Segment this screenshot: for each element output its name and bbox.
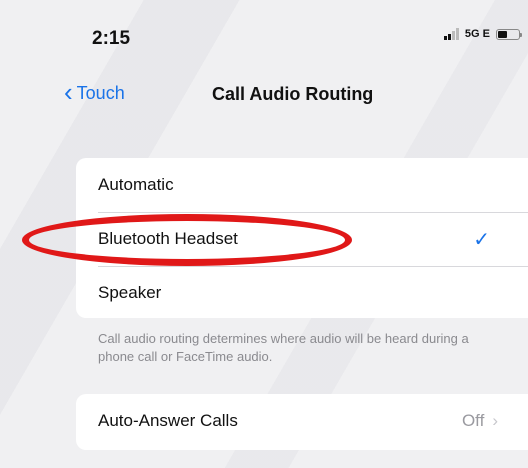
- auto-answer-label: Auto-Answer Calls: [98, 411, 238, 430]
- page-title: Call Audio Routing: [212, 84, 374, 104]
- status-time: 2:15: [92, 28, 131, 49]
- signal-strength-icon: [443, 28, 459, 40]
- option-bluetooth-headset[interactable]: Bluetooth Headset ✓: [76, 212, 528, 266]
- navigation-bar: ‹ Touch Call Audio Routing: [0, 70, 528, 120]
- auto-answer-value: Off: [461, 411, 485, 430]
- option-label: Speaker: [98, 283, 162, 302]
- auto-answer-group: Auto-Answer Calls Off ›: [76, 394, 528, 450]
- option-label: Automatic: [98, 175, 174, 194]
- network-type: 5G E: [464, 28, 490, 40]
- option-automatic[interactable]: Automatic: [76, 158, 528, 212]
- chevron-right-icon: ›: [492, 411, 498, 430]
- routing-footer-note: Call audio routing determines where audi…: [98, 331, 469, 364]
- status-bar: 2:15 5G E: [0, 0, 528, 70]
- option-label: Bluetooth Headset: [98, 229, 238, 248]
- auto-answer-value-wrap: Off ›: [462, 411, 498, 431]
- battery-icon: [496, 28, 522, 40]
- checkmark-icon: ✓: [473, 229, 490, 251]
- routing-options-group: Automatic Bluetooth Headset ✓ Speaker: [76, 158, 528, 318]
- auto-answer-row[interactable]: Auto-Answer Calls Off ›: [76, 394, 528, 448]
- option-speaker[interactable]: Speaker: [76, 266, 528, 320]
- chevron-left-icon: ‹: [64, 77, 73, 107]
- back-button[interactable]: ‹ Touch: [64, 77, 125, 107]
- back-label: Touch: [76, 83, 125, 103]
- status-indicators: 5G E: [443, 28, 522, 40]
